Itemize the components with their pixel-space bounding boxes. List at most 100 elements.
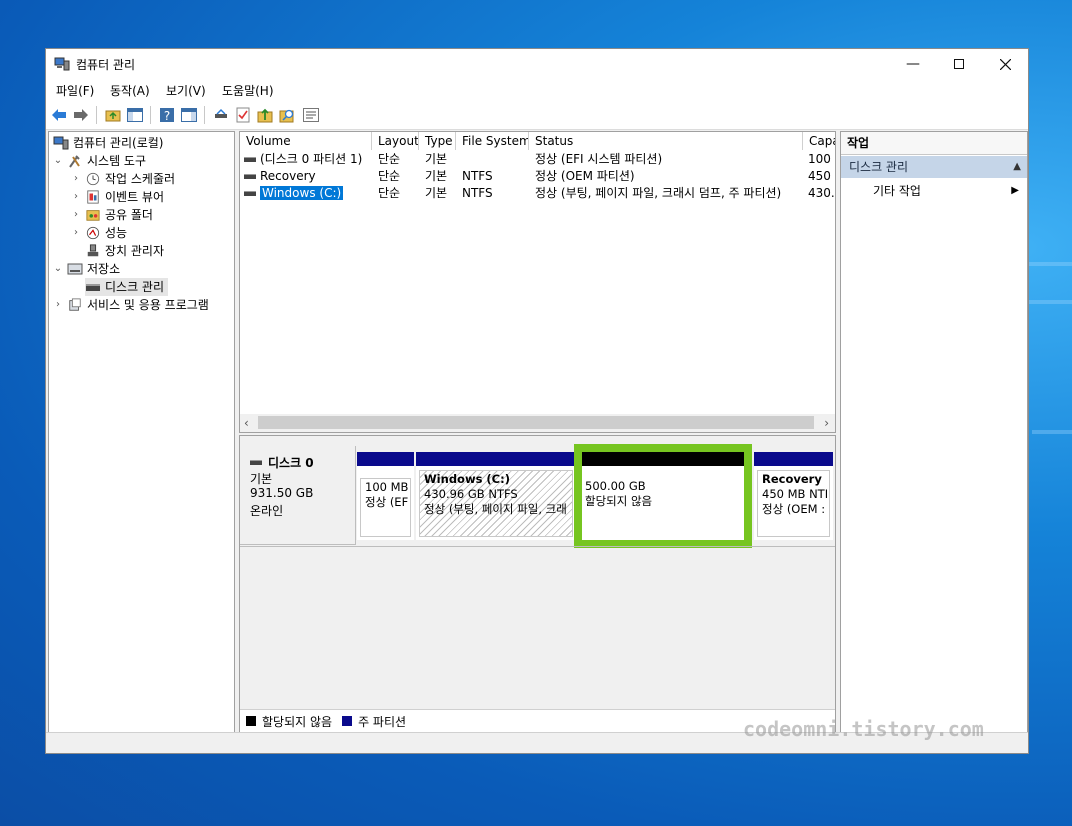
computer-management-icon: [54, 57, 70, 71]
tree-item-services-apps[interactable]: › 서비스 및 응용 프로그램: [53, 296, 209, 314]
close-button[interactable]: [982, 49, 1028, 79]
partition-recovery[interactable]: Recovery 450 MB NTI 정상 (OEM :: [754, 452, 833, 540]
primary-partition-bar: [416, 452, 576, 466]
volume-file-system: NTFS: [462, 169, 493, 183]
volume-status: 정상 (부팅, 페이지 파일, 크래시 덤프, 주 파티션): [535, 186, 782, 200]
partition-status: 정상 (부팅, 페이지 파일, 크래: [424, 502, 567, 516]
highlight-annotation-box: [574, 444, 752, 548]
column-header-status[interactable]: Status: [529, 132, 803, 150]
unallocated-swatch: [246, 716, 256, 726]
action-pane-icon: [181, 108, 197, 122]
properties-button[interactable]: [302, 106, 320, 124]
chevron-down-icon[interactable]: ⌄: [53, 152, 63, 170]
tree-label: 작업 스케줄러: [105, 172, 176, 186]
divider: [240, 546, 835, 547]
scroll-left-icon[interactable]: ‹: [244, 416, 249, 430]
menu-action[interactable]: 동작(A): [110, 82, 150, 99]
chevron-right-icon[interactable]: ›: [71, 188, 81, 206]
maximize-icon: [954, 59, 964, 69]
minimize-button[interactable]: —: [890, 49, 936, 79]
tree-item-device-manager[interactable]: 장치 관리자: [85, 242, 164, 260]
submenu-triangle-icon: ▶: [1011, 185, 1019, 196]
title-bar[interactable]: 컴퓨터 관리 —: [46, 49, 1028, 79]
volume-row[interactable]: Recovery 단순 기본 NTFS 정상 (OEM 파티션) 450 I: [240, 168, 835, 185]
tree-label: 저장소: [87, 262, 121, 276]
up-level-button[interactable]: [104, 106, 122, 124]
tree-item-disk-management[interactable]: 디스크 관리: [85, 278, 169, 296]
folder-up-icon: [105, 110, 121, 122]
tree-item-storage[interactable]: ⌄ 저장소: [53, 260, 120, 278]
volume-icon: [244, 157, 256, 162]
partition-status: 정상 (EF: [365, 495, 409, 509]
svg-text:?: ?: [164, 109, 170, 123]
partition-efi[interactable]: 100 MB 정상 (EF: [357, 452, 414, 540]
toolbar-separator: [150, 106, 151, 124]
folder-green-arrow-icon: [257, 108, 273, 123]
tree-item-task-scheduler[interactable]: › 작업 스케줄러: [71, 170, 175, 188]
volume-row[interactable]: (디스크 0 파티션 1) 단순 기본 정상 (EFI 시스템 파티션) 100…: [240, 151, 835, 168]
volume-name: (디스크 0 파티션 1): [260, 152, 363, 166]
chevron-right-icon[interactable]: ›: [71, 206, 81, 224]
tree-label: 장치 관리자: [105, 244, 165, 258]
tree-item-root[interactable]: 컴퓨터 관리(로컬): [53, 134, 163, 152]
chevron-right-icon[interactable]: ›: [71, 224, 81, 242]
menu-help[interactable]: 도움말(H): [222, 82, 274, 99]
volume-capacity: 100 I: [808, 152, 836, 166]
help-button[interactable]: ?: [158, 106, 176, 124]
connect-button[interactable]: [212, 106, 230, 124]
disk-status: 온라인: [250, 504, 284, 518]
menu-file[interactable]: 파일(F): [56, 82, 94, 99]
tree-item-shared-folders[interactable]: › 공유 폴더: [71, 206, 153, 224]
column-header-volume[interactable]: Volume: [240, 132, 372, 150]
volume-row[interactable]: Windows (C:) 단순 기본 NTFS 정상 (부팅, 페이지 파일, …: [240, 185, 835, 202]
disk-icon: [250, 460, 262, 465]
watermark: codeomni.tistory.com: [743, 717, 984, 741]
upload-button[interactable]: [256, 106, 274, 124]
disk-type: 기본: [250, 472, 273, 486]
scroll-right-icon[interactable]: ›: [824, 416, 829, 430]
chevron-right-icon[interactable]: ›: [53, 296, 63, 314]
tree-item-system-tools[interactable]: ⌄ 시스템 도구: [53, 152, 146, 170]
properties-icon: [303, 108, 319, 122]
tree-item-event-viewer[interactable]: › 이벤트 뷰어: [71, 188, 164, 206]
column-header-layout[interactable]: Layout: [372, 132, 419, 150]
tree-label: 공유 폴더: [105, 208, 153, 222]
volume-capacity: 430.9: [808, 186, 835, 200]
show-hide-console-tree-button[interactable]: [126, 106, 144, 124]
volume-icon: [244, 191, 256, 196]
tree-label: 성능: [105, 226, 128, 240]
search-folder-button[interactable]: [278, 106, 296, 124]
chevron-right-icon[interactable]: ›: [71, 170, 81, 188]
volume-list-pane: Volume Layout Type File System Status Ca…: [239, 131, 836, 433]
volume-capacity: 450 I: [808, 169, 836, 183]
collapse-triangle-icon[interactable]: ▲: [1013, 156, 1021, 178]
forward-button[interactable]: [72, 106, 90, 124]
disk-info-panel[interactable]: 디스크 0 기본 931.50 GB 온라인: [240, 446, 356, 545]
tree-item-performance[interactable]: › 성능: [71, 224, 127, 242]
connect-icon: [215, 108, 227, 118]
tools-icon: [69, 155, 80, 168]
back-button[interactable]: [50, 106, 68, 124]
chevron-down-icon[interactable]: ⌄: [53, 260, 63, 278]
partition-windows-c[interactable]: Windows (C:) 430.96 GB NTFS 정상 (부팅, 페이지 …: [416, 452, 576, 540]
partition-title: Recovery: [762, 472, 822, 486]
volume-name: Recovery: [260, 169, 316, 183]
menu-view[interactable]: 보기(V): [166, 82, 206, 99]
show-hide-action-pane-button[interactable]: [180, 106, 198, 124]
maximize-button[interactable]: [936, 49, 982, 79]
volume-file-system: NTFS: [462, 186, 493, 200]
actions-section-disk-management[interactable]: 디스크 관리 ▲: [841, 156, 1027, 178]
minimize-icon: —: [906, 56, 920, 72]
scrollbar-thumb[interactable]: [258, 416, 814, 429]
actions-pane: 작업 디스크 관리 ▲ 기타 작업 ▶: [840, 131, 1028, 733]
forward-arrow-icon: [74, 109, 88, 121]
column-header-capacity[interactable]: Capa: [803, 132, 835, 150]
disk-drive-icon: [86, 284, 100, 291]
window-title: 컴퓨터 관리: [76, 58, 136, 72]
column-header-file-system[interactable]: File System: [456, 132, 529, 150]
check-button[interactable]: [234, 106, 252, 124]
column-header-type[interactable]: Type: [419, 132, 456, 150]
horizontal-scrollbar[interactable]: ‹ ›: [240, 414, 835, 432]
actions-more[interactable]: 기타 작업 ▶: [841, 181, 1027, 201]
volume-type: 기본: [425, 169, 448, 183]
